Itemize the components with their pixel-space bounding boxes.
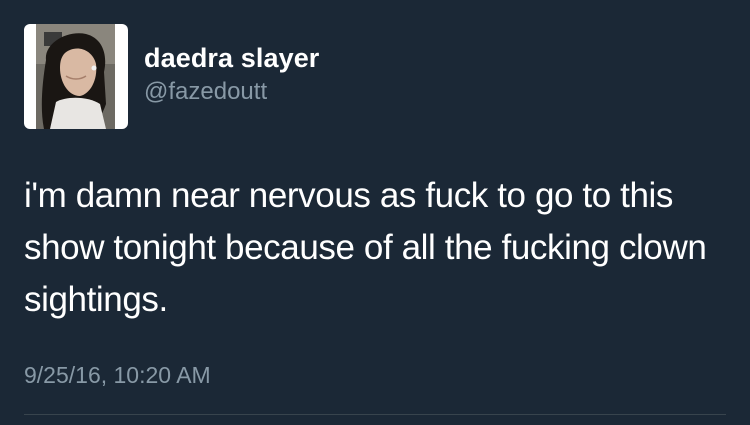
display-name[interactable]: daedra slayer [144, 41, 319, 75]
user-handle[interactable]: @fazedoutt [144, 77, 267, 107]
tweet-text: i'm damn near nervous as fuck to go to t… [24, 176, 707, 319]
profile-photo-icon [36, 24, 115, 129]
divider [24, 414, 726, 415]
tweet-timestamp[interactable]: 9/25/16, 10:20 AM [24, 360, 211, 390]
tweet-card: daedra slayer @fazedoutt i'm damn near n… [0, 0, 750, 425]
avatar[interactable] [24, 24, 128, 129]
